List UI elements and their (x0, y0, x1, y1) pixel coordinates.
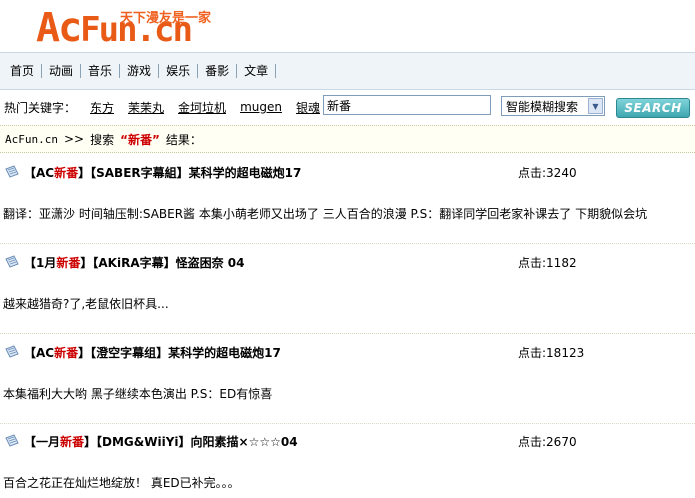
result-title-link[interactable]: 【AC新番】【SABER字幕組】某科学的超电磁炮17 (24, 164, 301, 181)
search-input[interactable] (323, 95, 491, 115)
breadcrumb-keyword: “新番” (120, 132, 160, 147)
acfun-logo[interactable]: AcFun.cn 天下漫友是一家 (36, 4, 236, 50)
nav-item-series[interactable]: 番影 (198, 64, 238, 78)
nav-item-games[interactable]: 游戏 (120, 64, 160, 78)
nav-item-music[interactable]: 音乐 (81, 64, 121, 78)
result-title-link[interactable]: 【AC新番】【澄空字幕组】某科学的超电磁炮17 (24, 344, 281, 361)
breadcrumb-site-link[interactable]: AcFun.cn (5, 133, 58, 146)
result-description: 百合之花正在灿烂地绽放！ 真ED已补完。。。 (3, 476, 240, 490)
document-icon (5, 255, 19, 268)
result-hits: 点击:2670 (518, 435, 577, 449)
search-bar: 热门关键字： 东方 茉茉丸 金坷垃机 mugen 银魂 智能模糊搜索 ▼ SEA… (0, 93, 695, 121)
hot-keyword-link[interactable]: 茉茉丸 (128, 99, 164, 116)
nav-item-anime[interactable]: 动画 (42, 64, 82, 78)
breadcrumb-search: 搜索 (90, 132, 115, 147)
result-title-link[interactable]: 【1月新番】【AKiRA字幕】怪盗困奈 04 (24, 254, 244, 271)
result-hits: 点击:3240 (518, 166, 577, 180)
hot-keyword-link[interactable]: 金坷垃机 (178, 99, 226, 116)
nav-item-entertainment[interactable]: 娱乐 (159, 64, 199, 78)
result-hits: 点击:18123 (518, 346, 585, 360)
hot-keyword-link[interactable]: mugen (240, 100, 282, 114)
document-icon (5, 345, 19, 358)
search-mode-value: 智能模糊搜索 (506, 99, 579, 114)
result-divider (0, 423, 695, 424)
result-description: 翻译：亚潇沙 时间轴压制:SABER酱 本集小萌老师又出场了 三人百合的浪漫 P… (3, 207, 648, 221)
hot-keyword-link[interactable]: 银魂 (296, 99, 320, 116)
breadcrumb-result-label: 结果： (165, 132, 202, 147)
search-button[interactable]: SEARCH (616, 98, 690, 118)
document-icon (5, 165, 19, 178)
logo-slogan: 天下漫友是一家 (120, 11, 212, 26)
chevron-down-icon[interactable]: ▼ (588, 98, 603, 114)
result-description: 越来越猎奇?了,老鼠依旧杯具... (3, 297, 169, 311)
result-description: 本集福利大大哟 黑子继续本色演出 P.S：ED有惊喜 (3, 387, 273, 401)
hot-keywords-label: 热门关键字： (4, 100, 77, 115)
search-mode-select[interactable]: 智能模糊搜索 ▼ (501, 96, 605, 116)
nav-item-articles[interactable]: 文章 (237, 64, 277, 78)
breadcrumb-separator: >> (63, 132, 85, 146)
result-divider (0, 333, 695, 334)
hot-keyword-link[interactable]: 东方 (90, 99, 114, 116)
main-nav: 首页 动画 音乐 游戏 娱乐 番影 文章 (0, 52, 695, 90)
nav-item-home[interactable]: 首页 (0, 64, 43, 78)
result-hits: 点击:1182 (518, 256, 577, 270)
result-title-link[interactable]: 【一月新番】【DMG&WiiYi】向阳素描×☆☆☆04 (24, 433, 298, 450)
document-icon (5, 434, 19, 447)
breadcrumb: AcFun.cn >> 搜索 “新番” 结果： (0, 125, 695, 153)
result-divider (0, 243, 695, 244)
